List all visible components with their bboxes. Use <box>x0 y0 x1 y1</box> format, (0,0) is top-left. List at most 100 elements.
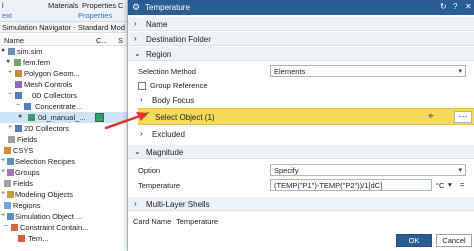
tree-item-simulation-object[interactable]: + Simulation Object ... <box>0 211 128 222</box>
formula-equals-icon[interactable]: = <box>460 180 464 189</box>
collapse-icon[interactable]: − <box>8 91 12 98</box>
expand-icon[interactable]: + <box>1 157 5 164</box>
fields-icon <box>4 180 11 187</box>
collapse-icon[interactable]: − <box>16 102 20 109</box>
collector-icon <box>15 125 22 132</box>
mesh-icon <box>28 114 35 121</box>
tree-item-selection-recipes[interactable]: + Selection Recipes <box>0 156 128 167</box>
tree-item-regions[interactable]: Regions <box>0 200 128 211</box>
chevron-right-icon: › <box>134 34 137 43</box>
expand-icon[interactable]: + <box>8 69 12 76</box>
tree-item-label: Constraint Contain... <box>20 223 89 232</box>
selection-method-label: Selection Method <box>138 67 196 76</box>
section-multi-layer-shells[interactable]: › Multi-Layer Shells <box>128 197 474 211</box>
tree-item-label: 2D Collectors <box>24 124 70 133</box>
simulation-object-icon <box>7 213 14 220</box>
concentrated-mass-icon <box>24 103 31 110</box>
select-object-row[interactable]: ✔ Select Object (1) ⌖ ··· <box>138 108 474 125</box>
section-region[interactable]: ⌄ Region <box>128 47 474 61</box>
tree-item-temperature[interactable]: Tem... <box>0 233 128 244</box>
tree-item-0d-collectors[interactable]: − 0D Collectors <box>0 90 128 101</box>
tree-item-label: Fields <box>13 179 34 188</box>
chevron-right-icon: › <box>134 19 137 28</box>
csys-icon <box>4 147 11 154</box>
selection-method-value: Elements <box>274 67 306 76</box>
tree-item-label: sim.sim <box>17 47 43 56</box>
expand-icon[interactable]: + <box>1 168 5 175</box>
tree-item-constraint-container[interactable]: − Constraint Contain... <box>0 222 128 233</box>
tree-item-fem[interactable]: ● fem.fem <box>0 57 128 68</box>
ribbon-fragment-c: C <box>118 1 124 10</box>
chevron-right-icon: › <box>140 95 143 104</box>
temperature-unit[interactable]: °C <box>436 181 444 190</box>
tree-item-groups[interactable]: + Groups <box>0 167 128 178</box>
column-c[interactable]: C... <box>96 36 108 45</box>
collapse-icon[interactable]: − <box>4 223 8 230</box>
unit-dropdown-icon[interactable]: ▾ <box>448 180 452 189</box>
expand-icon[interactable]: + <box>1 212 5 219</box>
reset-icon[interactable]: ↻ <box>440 2 447 11</box>
simulation-navigator-tree: ● sim.sim ● fem.fem + Polygon Geom... Me… <box>0 46 128 251</box>
tree-item-mesh-controls[interactable]: Mesh Controls <box>0 79 128 90</box>
ok-button[interactable]: OK <box>396 234 432 247</box>
navigator-title-bar: Simulation Navigator - Standard Mod <box>0 22 128 33</box>
expand-icon[interactable]: + <box>8 124 12 131</box>
dialog-title: Temperature <box>145 3 190 12</box>
tree-item-label: Concentrate... <box>35 102 83 111</box>
ribbon-materials[interactable]: Materials <box>48 1 78 10</box>
crosshair-icon[interactable]: ⌖ <box>428 111 434 122</box>
section-magnitude[interactable]: ⌄ Magnitude <box>128 145 474 159</box>
chevron-down-icon: ⌄ <box>134 49 141 58</box>
eye-icon[interactable]: ● <box>18 113 22 120</box>
tree-item-fields[interactable]: Fields <box>0 178 128 189</box>
tree-item-label: Groups <box>15 168 40 177</box>
chevron-down-icon: ⌄ <box>134 147 141 156</box>
section-body-focus[interactable]: › Body Focus <box>128 93 474 107</box>
collector-icon <box>15 92 22 99</box>
option-select[interactable]: Specify ▾ <box>270 164 466 176</box>
selection-method-select[interactable]: Elements ▾ <box>270 65 466 77</box>
section-name[interactable]: › Name <box>128 17 474 31</box>
dialog-title-bar: ⚙ Temperature ↻ ? ✕ <box>128 0 474 15</box>
column-name[interactable]: Name <box>4 36 24 45</box>
section-destination-folder[interactable]: › Destination Folder <box>128 32 474 46</box>
fields-icon <box>8 136 15 143</box>
red-arrow-annotation <box>104 112 148 130</box>
eye-icon[interactable]: ● <box>1 47 5 54</box>
navigator-column-header: Name C... S <box>0 34 128 46</box>
temperature-dialog: ⚙ Temperature ↻ ? ✕ › Name › Destination… <box>127 0 474 251</box>
chevron-right-icon: › <box>134 199 137 208</box>
section-excluded[interactable]: › Excluded <box>128 127 474 141</box>
expand-icon[interactable]: + <box>1 190 5 197</box>
temperature-expression-input[interactable]: (TEMP("P1")-TEMP("P2"))/1[dC] <box>270 179 432 191</box>
section-multi-layer-label: Multi-Layer Shells <box>146 200 210 209</box>
tree-item-fields-fem[interactable]: Fields <box>0 134 128 145</box>
chevron-down-icon: ▾ <box>458 68 462 75</box>
group-reference-checkbox[interactable] <box>138 82 146 90</box>
tree-item-label: fem.fem <box>23 58 51 67</box>
ribbon-properties[interactable]: Properties <box>82 1 116 10</box>
section-name-label: Name <box>146 20 168 29</box>
close-icon[interactable]: ✕ <box>465 2 472 11</box>
column-s[interactable]: S <box>118 36 123 45</box>
tree-item-label: Simulation Object ... <box>15 212 83 221</box>
section-magnitude-label: Magnitude <box>146 148 184 157</box>
tree-item-modeling-objects[interactable]: + Modeling Objects <box>0 189 128 200</box>
section-region-label: Region <box>146 50 172 59</box>
tree-item-polygon-geometry[interactable]: + Polygon Geom... <box>0 68 128 79</box>
help-icon[interactable]: ? <box>453 2 457 11</box>
regions-icon <box>4 202 11 209</box>
tree-item-sim[interactable]: ● sim.sim <box>0 46 128 57</box>
more-options-button[interactable]: ··· <box>454 111 472 123</box>
polygon-geometry-icon <box>15 70 22 77</box>
eye-icon[interactable]: ● <box>6 58 10 65</box>
select-object-label: Select Object (1) <box>155 113 215 122</box>
option-label: Option <box>138 166 161 175</box>
chevron-right-icon: › <box>140 129 143 138</box>
modeling-objects-icon <box>7 191 14 198</box>
section-destination-label: Destination Folder <box>146 35 211 44</box>
tree-item-label: 0D Collectors <box>32 91 78 100</box>
mesh-controls-icon <box>15 81 22 88</box>
tree-item-csys[interactable]: CSYS <box>0 145 128 156</box>
cancel-button[interactable]: Cancel <box>436 234 472 247</box>
